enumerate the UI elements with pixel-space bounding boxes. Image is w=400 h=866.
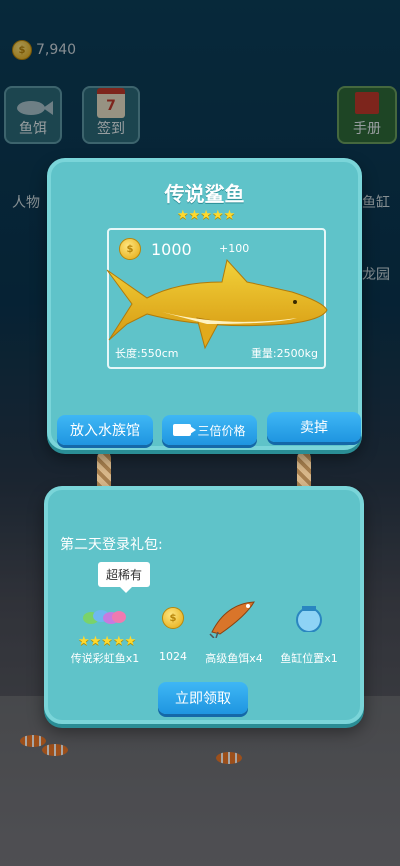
- triple-price-button[interactable]: 三倍价格: [162, 415, 257, 445]
- reward-label: 传说彩虹鱼x1: [70, 652, 140, 665]
- reward-label: 鱼缸位置x1: [280, 652, 338, 665]
- lure-icon: [198, 600, 270, 638]
- fishbowl-icon: [274, 600, 344, 636]
- put-in-aquarium-button[interactable]: 放入水族馆: [57, 415, 153, 445]
- login-gift-panel: 第二天登录礼包: 超稀有 传说彩虹鱼x1 ★★★★★ $ 1024 高级鱼饵x4…: [44, 486, 364, 724]
- fish-title: 传说鲨鱼: [164, 182, 245, 206]
- rainbow-fish-icon: [62, 600, 148, 636]
- reward-label: 1024: [159, 650, 187, 663]
- fish-caught-panel: 传说鲨鱼 ★★★★★ $ 1000 +100 长度:550cm 重量:2500k…: [47, 158, 362, 450]
- reward-bait: 高级鱼饵x4: [198, 600, 270, 666]
- rarity-stars: ★★★★★: [177, 208, 236, 223]
- fish-length: 长度:550cm: [115, 347, 179, 360]
- coin-icon: $: [162, 607, 184, 629]
- gift-title: 第二天登录礼包:: [60, 537, 163, 553]
- reward-tank-slot: 鱼缸位置x1: [274, 600, 344, 666]
- claim-now-button[interactable]: 立即领取: [158, 682, 248, 714]
- triple-price-label: 三倍价格: [197, 423, 246, 438]
- reward-stars: ★★★★★: [78, 634, 137, 649]
- fish-info-box: $ 1000 +100 长度:550cm 重量:2500kg: [106, 228, 328, 369]
- reward-coins: $ 1024: [152, 600, 194, 663]
- sell-button[interactable]: 卖掉: [267, 412, 361, 442]
- super-rare-tag: 超稀有: [98, 562, 151, 593]
- reward-label: 高级鱼饵x4: [205, 652, 263, 665]
- reward-rainbow-fish: 传说彩虹鱼x1: [62, 600, 148, 666]
- video-camera-icon: [173, 424, 197, 436]
- fish-weight: 重量:2500kg: [250, 347, 318, 360]
